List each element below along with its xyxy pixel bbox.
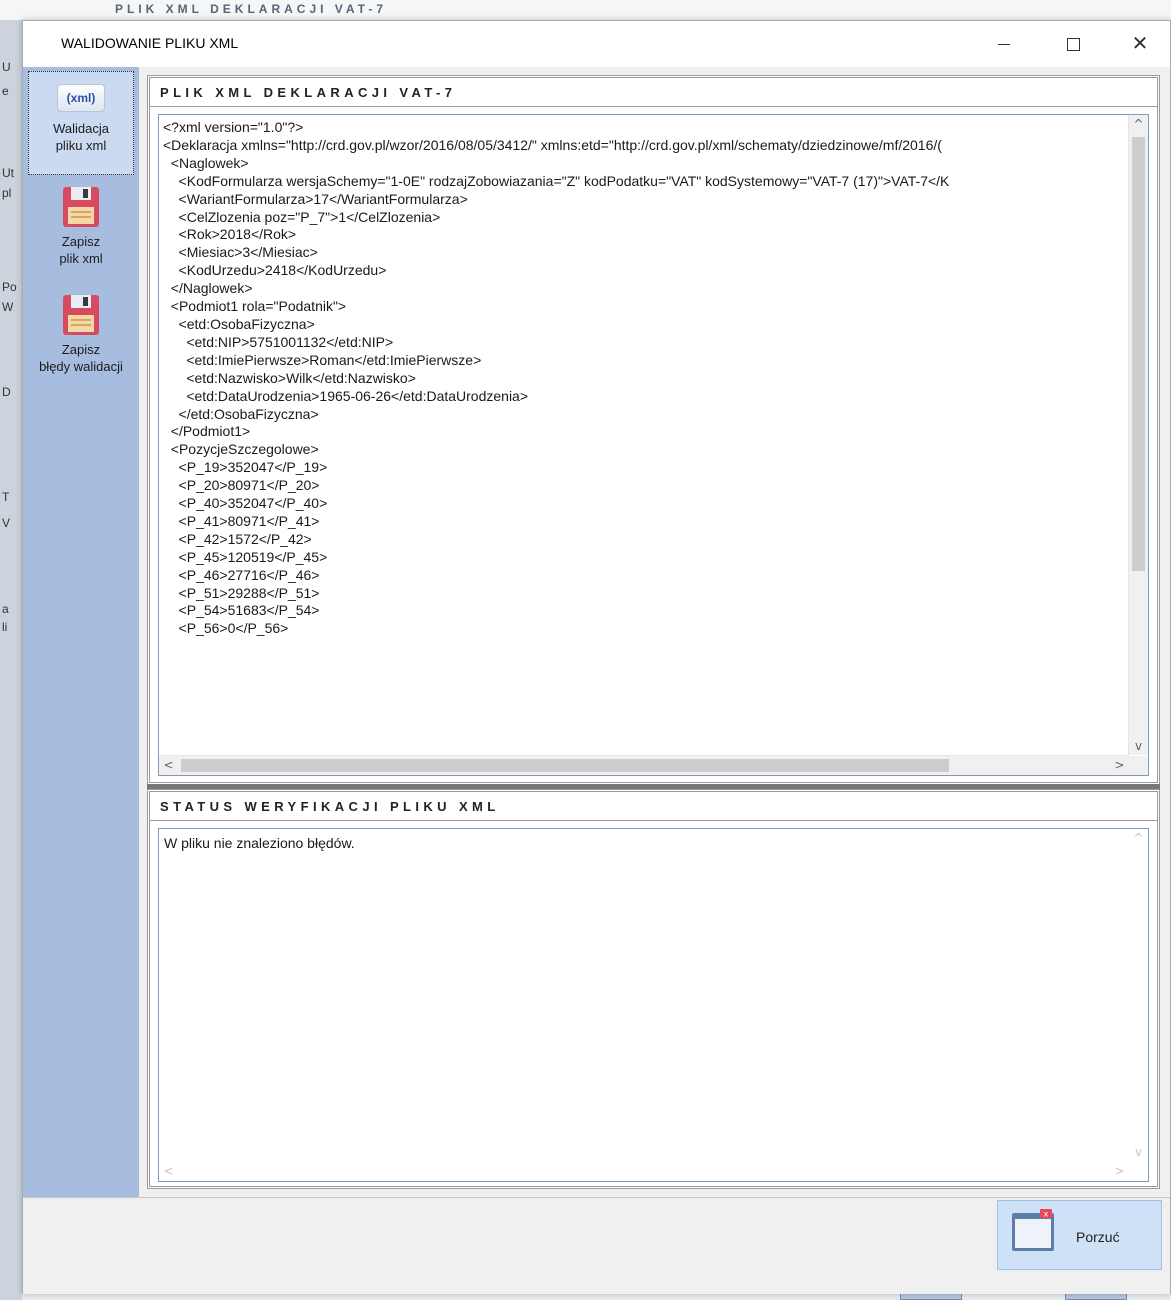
xml-line: <etd:ImiePierwsze>Roman</etd:ImiePierwsz… xyxy=(163,351,482,368)
title-bar[interactable]: WALIDOWANIE PLIKU XML ✕ xyxy=(23,21,1170,67)
xml-line: </Podmiot1> xyxy=(163,423,251,440)
xml-line: <P_51>29288</P_51> xyxy=(163,584,320,601)
xml-code-text[interactable]: <?xml version="1.0"?> <Deklaracja xmlns="… xyxy=(163,119,1126,753)
xml-content-viewer[interactable]: <?xml version="1.0"?> <Deklaracja xmlns="… xyxy=(158,114,1149,776)
xml-line: <Deklaracja xmlns="http://crd.gov.pl/wzo… xyxy=(163,136,942,153)
validate-xml-label-line1: Walidacja xyxy=(53,121,109,136)
background-glyph: D xyxy=(2,385,11,399)
xml-line: <etd:DataUrodzenia>1965-06-26</etd:DataU… xyxy=(163,387,529,404)
xml-icon: (xml) xyxy=(57,84,105,112)
status-horizontal-scrollbar[interactable]: < > xyxy=(159,1162,1129,1181)
save-xml-button[interactable]: Zapisz plik xml xyxy=(28,179,134,283)
xml-line: <WariantFormularza>17</WariantFormularza… xyxy=(163,190,468,207)
xml-line: <KodFormularza wersjaSchemy="1-0E" rodza… xyxy=(163,172,950,189)
save-validation-errors-label-line2: błędy walidacji xyxy=(39,359,123,374)
close-button[interactable]: ✕ xyxy=(1117,21,1163,67)
validate-xml-button[interactable]: (xml) Walidacja pliku xml xyxy=(28,71,134,175)
xml-line: <etd:Nazwisko>Wilk</etd:Nazwisko> xyxy=(163,369,416,386)
background-header: PLIK XML DEKLARACJI VAT-7 xyxy=(0,0,1171,21)
scroll-left-icon[interactable]: < xyxy=(159,758,178,772)
xml-line: <P_41>80971</P_41> xyxy=(163,512,320,529)
scroll-corner xyxy=(1129,756,1148,775)
scroll-down-icon[interactable]: v xyxy=(1129,739,1148,753)
scroll-left-icon[interactable]: < xyxy=(159,1164,178,1178)
scroll-down-icon[interactable]: v xyxy=(1129,1145,1148,1159)
xml-line: <P_54>51683</P_54> xyxy=(163,602,320,619)
verification-status-panel: STATUS WERYFIKACJI PLIKU XML W pliku nie… xyxy=(147,789,1160,1189)
xml-line: <P_56>0</P_56> xyxy=(163,620,289,637)
status-panel-header: STATUS WERYFIKACJI PLIKU XML xyxy=(150,792,1157,821)
floppy-disk-icon xyxy=(63,295,99,335)
save-xml-label-line2: plik xml xyxy=(59,251,103,266)
xml-line: <P_45>120519</P_45> xyxy=(163,548,328,565)
validation-dialog: WALIDOWANIE PLIKU XML ✕ (xml) Walidacja … xyxy=(22,20,1171,1294)
horizontal-scrollbar[interactable]: < > xyxy=(159,755,1129,775)
window-title: WALIDOWANIE PLIKU XML xyxy=(61,35,239,51)
minimize-icon xyxy=(998,43,1010,45)
abandon-button-label: Porzuć xyxy=(1076,1229,1120,1245)
xml-panel-header: PLIK XML DEKLARACJI VAT-7 xyxy=(150,78,1157,107)
background-sidebar: U e Ut pl Po W D T V a li xyxy=(0,20,22,1300)
svg-text:x: x xyxy=(1044,1210,1049,1219)
scroll-right-icon[interactable]: > xyxy=(1110,1164,1129,1178)
save-validation-errors-label-line1: Zapisz xyxy=(61,342,101,357)
xml-line: <KodUrzedu>2418</KodUrzedu> xyxy=(163,262,387,279)
xml-line: <?xml version="1.0"?> xyxy=(163,119,304,135)
scroll-corner xyxy=(1129,1162,1148,1181)
background-glyph: T xyxy=(2,490,10,504)
abandon-button[interactable]: x Porzuć xyxy=(997,1200,1162,1270)
status-panel-title: STATUS WERYFIKACJI PLIKU XML xyxy=(160,799,500,814)
horizontal-scroll-thumb[interactable] xyxy=(181,759,949,772)
xml-line: <etd:NIP>5751001132</etd:NIP> xyxy=(163,333,394,350)
background-glyph: Ut xyxy=(2,166,14,180)
floppy-disk-icon xyxy=(63,187,99,227)
xml-line: <Rok>2018</Rok> xyxy=(163,226,297,243)
close-icon: ✕ xyxy=(1131,33,1149,55)
background-glyph: U xyxy=(2,60,11,74)
xml-line: <Miesiac>3</Miesiac> xyxy=(163,244,318,261)
xml-line: <P_46>27716</P_46> xyxy=(163,566,320,583)
vertical-scrollbar[interactable]: ^ v xyxy=(1128,115,1148,755)
validate-xml-label-line2: pliku xml xyxy=(55,138,107,153)
background-glyph: pl xyxy=(2,186,12,200)
background-glyph: li xyxy=(2,620,8,634)
xml-line: <P_40>352047</P_40> xyxy=(163,495,328,512)
xml-line: <Naglowek> xyxy=(163,154,249,171)
xml-line: <P_19>352047</P_19> xyxy=(163,459,328,476)
xml-line: <etd:OsobaFizyczna> xyxy=(163,315,315,332)
save-validation-errors-button[interactable]: Zapisz błędy walidacji xyxy=(28,287,134,397)
background-header-title: PLIK XML DEKLARACJI VAT-7 xyxy=(115,2,388,16)
xml-line: <PozycjeSzczegolowe> xyxy=(163,441,319,458)
xml-file-panel: PLIK XML DEKLARACJI VAT-7 <?xml version=… xyxy=(147,75,1160,785)
maximize-icon xyxy=(1066,37,1080,51)
status-content-viewer[interactable]: W pliku nie znaleziono błędów. ^ v < > xyxy=(158,828,1149,1182)
background-glyph: a xyxy=(2,602,9,616)
background-glyph: V xyxy=(2,516,11,530)
xml-line: <P_20>80971</P_20> xyxy=(163,477,320,494)
vertical-scroll-thumb[interactable] xyxy=(1132,137,1145,571)
dialog-footer: x Porzuć xyxy=(23,1197,1170,1294)
scroll-up-icon[interactable]: ^ xyxy=(1129,117,1148,131)
minimize-button[interactable] xyxy=(981,21,1027,67)
abandon-window-icon: x xyxy=(1012,1209,1054,1251)
scroll-right-icon[interactable]: > xyxy=(1110,758,1129,772)
xml-panel-title: PLIK XML DEKLARACJI VAT-7 xyxy=(160,85,457,100)
xml-line: <Podmiot1 rola="Podatnik"> xyxy=(163,298,347,315)
scroll-up-icon[interactable]: ^ xyxy=(1129,831,1148,845)
maximize-button[interactable] xyxy=(1050,21,1096,67)
status-message: W pliku nie znaleziono błędów. xyxy=(164,835,355,851)
save-xml-label-line1: Zapisz xyxy=(61,234,101,249)
background-glyph: W xyxy=(2,300,14,314)
background-glyph: e xyxy=(2,84,9,98)
xml-line: </Naglowek> xyxy=(163,280,253,297)
background-glyph: Po xyxy=(2,280,17,294)
left-toolbar: (xml) Walidacja pliku xml Zapisz plik xm… xyxy=(23,67,139,1197)
xml-line: <P_42>1572</P_42> xyxy=(163,530,312,547)
status-vertical-scrollbar[interactable]: ^ v xyxy=(1129,829,1148,1161)
xml-line: </etd:OsobaFizyczna> xyxy=(163,405,319,422)
xml-line: <CelZlozenia poz="P_7">1</CelZlozenia> xyxy=(163,208,441,225)
